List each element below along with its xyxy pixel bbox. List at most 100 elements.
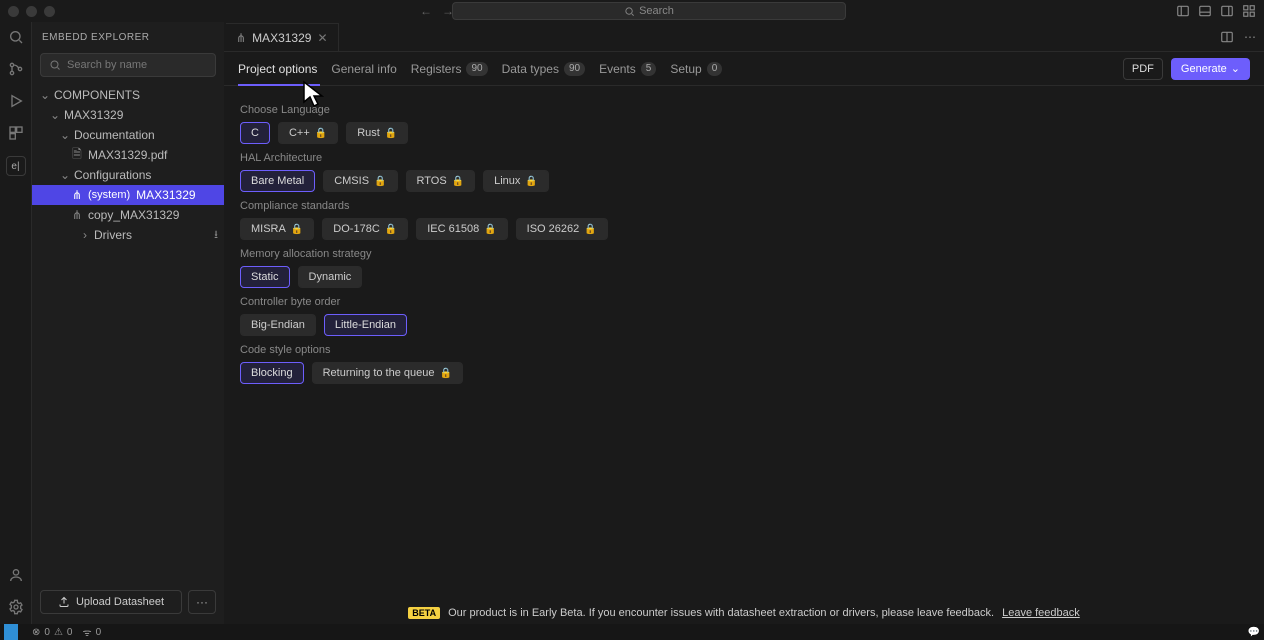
upload-datasheet-button[interactable]: Upload Datasheet [40, 590, 182, 614]
global-search-label: Search [639, 5, 674, 17]
nav-back-icon[interactable]: ← [420, 4, 432, 18]
lang-c[interactable]: C [240, 122, 270, 144]
tree-copy-max31329[interactable]: ⋔copy_MAX31329 [32, 205, 224, 225]
split-editor-icon[interactable] [1220, 30, 1234, 44]
component-tree: ⌄COMPONENTS ⌄MAX31329 ⌄Documentation 🗎MA… [32, 85, 224, 584]
lock-icon: 🔒 [385, 224, 397, 235]
hal-linux[interactable]: Linux🔒 [483, 170, 549, 192]
window-controls [8, 6, 55, 17]
sidebar-search-placeholder: Search by name [67, 59, 147, 71]
mem-static[interactable]: Static [240, 266, 290, 288]
sidebar-more-button[interactable]: ··· [188, 590, 216, 614]
tree-configurations[interactable]: ⌄Configurations [32, 165, 224, 185]
lock-icon: 🔒 [291, 224, 303, 235]
search-icon [49, 59, 61, 71]
run-activity[interactable] [7, 92, 25, 110]
warning-icon: ⚠ [54, 627, 63, 638]
generate-button[interactable]: Generate⌄ [1171, 58, 1250, 80]
hal-label: HAL Architecture [240, 152, 1248, 164]
byte-label: Controller byte order [240, 296, 1248, 308]
lock-icon: 🔒 [584, 224, 596, 235]
subtab-general-info[interactable]: General info [331, 52, 396, 85]
status-accent[interactable] [4, 624, 18, 640]
minimize-dot[interactable] [26, 6, 37, 17]
code-blocking[interactable]: Blocking [240, 362, 304, 384]
lock-icon: 🔒 [452, 176, 464, 187]
subtab-registers[interactable]: Registers90 [411, 52, 488, 85]
tree-components[interactable]: ⌄COMPONENTS [32, 85, 224, 105]
compliance-iec61508[interactable]: IEC 61508🔒 [416, 218, 507, 240]
chevron-down-icon: ⌄ [40, 88, 50, 102]
upload-icon [58, 596, 70, 608]
lang-rust[interactable]: Rust🔒 [346, 122, 408, 144]
hal-bare-metal[interactable]: Bare Metal [240, 170, 315, 192]
close-icon[interactable]: ✕ [317, 31, 327, 45]
compliance-iso26262[interactable]: ISO 26262🔒 [516, 218, 608, 240]
sub-tab-bar: Project options General info Registers90… [224, 52, 1264, 86]
layout-right-icon[interactable] [1220, 4, 1234, 18]
lang-label: Choose Language [240, 104, 1248, 116]
leave-feedback-link[interactable]: Leave feedback [1002, 607, 1080, 619]
code-label: Code style options [240, 344, 1248, 356]
sidebar-search[interactable]: Search by name [40, 53, 216, 77]
lock-icon: 🔒 [440, 368, 452, 379]
tree-max31329[interactable]: ⌄MAX31329 [32, 105, 224, 125]
byte-little-endian[interactable]: Little-Endian [324, 314, 407, 336]
embedd-activity[interactable]: e| [6, 156, 26, 176]
layout-bottom-icon[interactable] [1198, 4, 1212, 18]
mem-dynamic[interactable]: Dynamic [298, 266, 363, 288]
subtab-project-options[interactable]: Project options [238, 52, 317, 85]
lock-icon: 🔒 [484, 224, 496, 235]
status-problems[interactable]: ⊗0 ⚠0 [32, 627, 72, 638]
ports-icon: ᯤ [82, 625, 91, 639]
subtab-setup[interactable]: Setup0 [670, 52, 722, 85]
chevron-down-icon: ⌄ [50, 108, 60, 122]
lang-cpp[interactable]: C++🔒 [278, 122, 338, 144]
compliance-label: Compliance standards [240, 200, 1248, 212]
pdf-button[interactable]: PDF [1123, 58, 1163, 80]
layout-left-icon[interactable] [1176, 4, 1190, 18]
code-queue[interactable]: Returning to the queue🔒 [312, 362, 463, 384]
compliance-misra[interactable]: MISRA🔒 [240, 218, 314, 240]
chevron-down-icon: ⌄ [60, 168, 70, 182]
tree-documentation[interactable]: ⌄Documentation [32, 125, 224, 145]
editor-main: ⋔ MAX31329 ✕ ⋯ Project options General i… [224, 22, 1264, 624]
tree-drivers[interactable]: ›Drivers⭳ [32, 225, 224, 245]
account-activity[interactable] [7, 566, 25, 584]
close-dot[interactable] [8, 6, 19, 17]
editor-more-icon[interactable]: ⋯ [1244, 30, 1256, 44]
zoom-dot[interactable] [44, 6, 55, 17]
tree-system-max31329[interactable]: ⋔(system)MAX31329 [32, 185, 224, 205]
global-search[interactable]: Search [452, 2, 846, 20]
settings-activity[interactable] [7, 598, 25, 616]
tab-bar: ⋔ MAX31329 ✕ ⋯ [224, 22, 1264, 52]
error-icon: ⊗ [32, 627, 40, 638]
status-feedback-icon[interactable]: 💬 [1248, 627, 1260, 638]
status-bar: ⊗0 ⚠0 ᯤ0 💬 [0, 624, 1264, 640]
beta-badge: BETA [408, 607, 440, 619]
search-activity[interactable] [7, 28, 25, 46]
banner-text: Our product is in Early Beta. If you enc… [448, 607, 994, 619]
subtab-events[interactable]: Events5 [599, 52, 656, 85]
lock-icon: 🔒 [525, 176, 537, 187]
source-control-activity[interactable] [7, 60, 25, 78]
mem-label: Memory allocation strategy [240, 248, 1248, 260]
sidebar: EMBEDD EXPLORER Search by name ⌄COMPONEN… [32, 22, 224, 624]
subtab-data-types[interactable]: Data types90 [502, 52, 586, 85]
status-ports[interactable]: ᯤ0 [82, 625, 101, 639]
search-icon [624, 6, 635, 17]
file-icon: 🗎 [70, 145, 84, 166]
hal-cmsis[interactable]: CMSIS🔒 [323, 170, 397, 192]
compliance-do178c[interactable]: DO-178C🔒 [322, 218, 408, 240]
download-icon[interactable]: ⭳ [214, 226, 218, 245]
editor-tab-max31329[interactable]: ⋔ MAX31329 ✕ [226, 23, 339, 51]
activity-bar: e| [0, 22, 32, 624]
chevron-right-icon: › [80, 228, 90, 242]
hal-rtos[interactable]: RTOS🔒 [406, 170, 476, 192]
byte-big-endian[interactable]: Big-Endian [240, 314, 316, 336]
tree-pdf-file[interactable]: 🗎MAX31329.pdf [32, 145, 224, 165]
layout-grid-icon[interactable] [1242, 4, 1256, 18]
extensions-activity[interactable] [7, 124, 25, 142]
title-bar: ← → Search [0, 0, 1264, 22]
config-icon: ⋔ [70, 208, 84, 222]
